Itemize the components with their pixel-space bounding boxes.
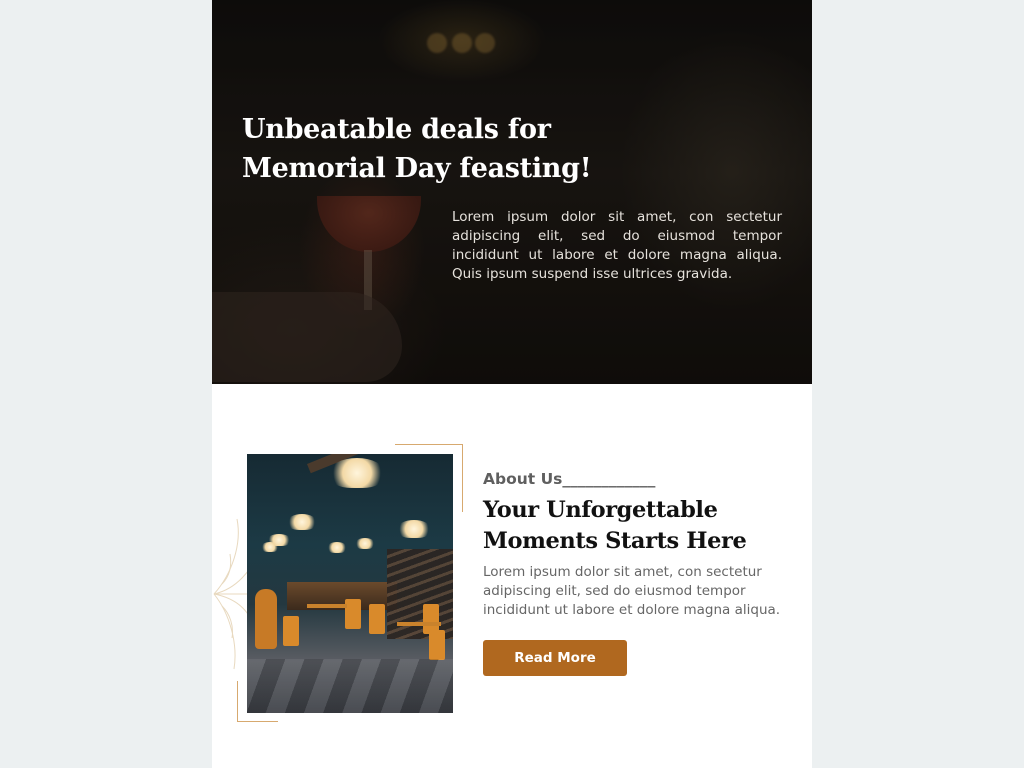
photo-pendant-lamp [397,520,431,538]
about-section: About Us____________ Your Unforgettable … [212,384,812,768]
photo-pendant-lamp [287,514,317,530]
photo-table [397,622,441,626]
about-us-label: About Us____________ [483,470,656,488]
photo-chair [345,599,361,629]
photo-chair [369,604,385,634]
about-title: Your Unforgettable Moments Starts Here [483,497,747,554]
photo-table [307,604,347,608]
hero-title: Unbeatable deals for Memorial Day feasti… [242,114,592,184]
about-description: Lorem ipsum dolor sit amet, con sectetur… [483,564,781,618]
photo-pendant-lamp [261,542,279,552]
email-card: Unbeatable deals for Memorial Day feasti… [212,0,812,768]
hero-overlay [212,0,812,384]
photo-pendant-lamp [329,458,385,488]
photo-pendant-lamp [327,542,347,553]
photo-chair [283,616,299,646]
restaurant-interior-photo [247,454,453,713]
read-more-button[interactable]: Read More [483,640,627,676]
hero-description: Lorem ipsum dolor sit amet, con sectetur… [452,209,782,282]
photo-pendant-lamp [355,538,375,549]
photo-seated-person [255,589,277,649]
photo-floor [247,659,453,713]
photo-chair [429,630,445,660]
hero-banner: Unbeatable deals for Memorial Day feasti… [212,0,812,384]
